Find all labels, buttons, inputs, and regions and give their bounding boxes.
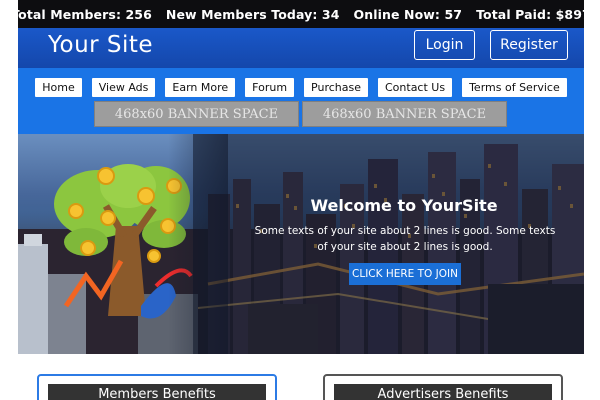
stat-new-today: New Members Today: 34 — [165, 6, 340, 22]
nav-item-terms-of-service[interactable]: Terms of Service — [462, 78, 567, 97]
login-button[interactable]: Login — [414, 30, 475, 60]
hero-description: Some texts of your site about 2 lines is… — [254, 225, 556, 253]
benefits-section: Members Benefits Advertisers Benefits — [18, 354, 584, 400]
stat-total-members: Total Members: 256 — [18, 6, 152, 22]
nav-item-forum[interactable]: Forum — [245, 78, 295, 97]
stat-total-paid: Total Paid: $897 — [476, 6, 584, 22]
register-button[interactable]: Register — [490, 30, 568, 60]
main-nav: Home View Ads Earn More Forum Purchase C… — [18, 68, 584, 134]
nav-item-earn-more[interactable]: Earn More — [165, 78, 236, 97]
hero-section: Welcome to YourSite Some texts of your s… — [18, 134, 584, 354]
members-benefits-box: Members Benefits — [37, 374, 277, 400]
banner-row: 468x60 BANNER SPACE 468x60 BANNER SPACE — [94, 101, 507, 127]
banner-space-2[interactable]: 468x60 BANNER SPACE — [302, 101, 507, 127]
join-button[interactable]: CLICK HERE TO JOIN — [349, 263, 461, 285]
nav-item-purchase[interactable]: Purchase — [304, 78, 368, 97]
advertisers-benefits-box: Advertisers Benefits — [323, 374, 563, 400]
nav-item-view-ads[interactable]: View Ads — [91, 78, 156, 97]
nav-item-contact-us[interactable]: Contact Us — [378, 78, 453, 97]
stat-online-now: Online Now: 57 — [353, 6, 463, 22]
stats-bar: Total Members: 256 New Members Today: 34… — [18, 0, 584, 28]
site-logo-title[interactable]: Your Site — [48, 32, 153, 58]
banner-space-1[interactable]: 468x60 BANNER SPACE — [94, 101, 299, 127]
site-header: Your Site Login Register — [18, 28, 584, 68]
nav-menu: Home View Ads Earn More Forum Purchase C… — [18, 78, 584, 97]
nav-item-home[interactable]: Home — [35, 78, 82, 97]
page-frame: Total Members: 256 New Members Today: 34… — [18, 0, 584, 400]
advertisers-benefits-title: Advertisers Benefits — [334, 384, 552, 400]
hero-title: Welcome to YourSite — [310, 196, 498, 215]
members-benefits-title: Members Benefits — [48, 384, 266, 400]
